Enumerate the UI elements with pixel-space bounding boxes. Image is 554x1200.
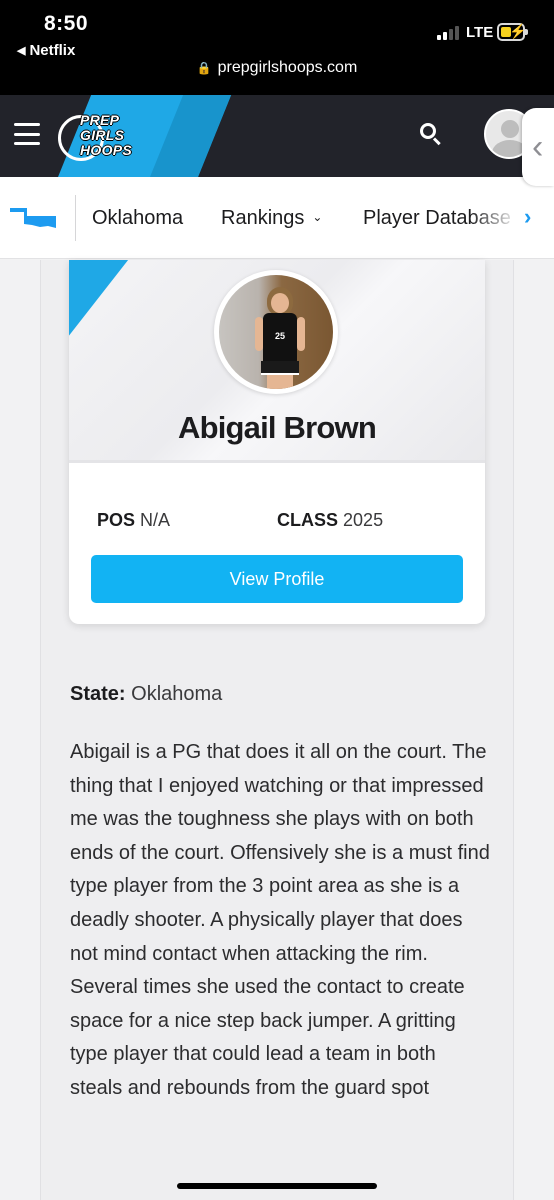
chevron-down-icon: ⌄ [312, 210, 323, 224]
back-arrow-icon: ◀ [17, 45, 26, 57]
url-text: prepgirlshoops.com [217, 59, 358, 76]
card-header: 25 Abigail Brown [69, 260, 485, 463]
view-profile-button[interactable]: View Profile [91, 555, 463, 603]
network-label: LTE [466, 24, 494, 41]
player-photo: 25 [219, 275, 333, 389]
logo-word-2: GIRLS [80, 127, 125, 143]
player-position: POS N/A [97, 510, 170, 531]
oklahoma-state-icon [10, 208, 56, 228]
lock-icon: 🔒 [196, 61, 212, 75]
card-accent-stripe [69, 260, 144, 380]
home-indicator[interactable] [177, 1183, 377, 1189]
status-bar: 8:50 ◀ Netflix LTE ⚡ 🔒 prepgirlshoops.com [0, 0, 554, 95]
address-bar[interactable]: 🔒 prepgirlshoops.com [0, 59, 554, 77]
player-card: 25 Abigail Brown POS N/A CLASS 2025 View… [69, 260, 485, 624]
search-icon[interactable] [418, 121, 444, 147]
player-class: CLASS 2025 [277, 510, 383, 531]
class-value: 2025 [343, 510, 384, 530]
chevron-right-icon[interactable]: › [524, 204, 531, 230]
battery-icon: ⚡ [497, 23, 528, 41]
subnav-item-rankings[interactable]: Rankings ⌄ [221, 207, 322, 230]
subnav-divider [75, 195, 76, 241]
logo-word-3: HOOPS [80, 142, 133, 158]
subnav-fade [470, 177, 518, 258]
signal-icon [437, 26, 459, 40]
state-subnav: Oklahoma Rankings ⌄ Player Database › [0, 177, 554, 259]
state-label: State: [70, 683, 126, 705]
site-logo[interactable]: PREP GIRLS HOOPS [58, 107, 148, 165]
state-info: State: Oklahoma [70, 683, 222, 706]
subnav-item-oklahoma[interactable]: Oklahoma [92, 207, 183, 230]
logo-word-1: PREP [80, 112, 120, 128]
menu-icon[interactable] [14, 123, 40, 145]
side-panel-handle[interactable]: ‹ [522, 108, 554, 186]
back-app-label: Netflix [29, 42, 76, 59]
pos-label: POS [97, 510, 136, 530]
site-header: PREP GIRLS HOOPS [0, 95, 554, 177]
status-time: 8:50 [44, 12, 89, 35]
player-bio: Abigail is a PG that does it all on the … [70, 741, 490, 1099]
back-to-app-link[interactable]: ◀ Netflix [17, 42, 75, 59]
player-photo-frame: 25 [214, 270, 338, 394]
player-name: Abigail Brown [178, 410, 377, 445]
class-label: CLASS [277, 510, 339, 530]
jersey-number: 25 [274, 331, 285, 341]
chevron-left-icon: ‹ [532, 128, 544, 166]
state-value: Oklahoma [131, 683, 223, 705]
pos-value: N/A [140, 510, 171, 530]
subnav-rankings-label: Rankings [221, 207, 305, 229]
